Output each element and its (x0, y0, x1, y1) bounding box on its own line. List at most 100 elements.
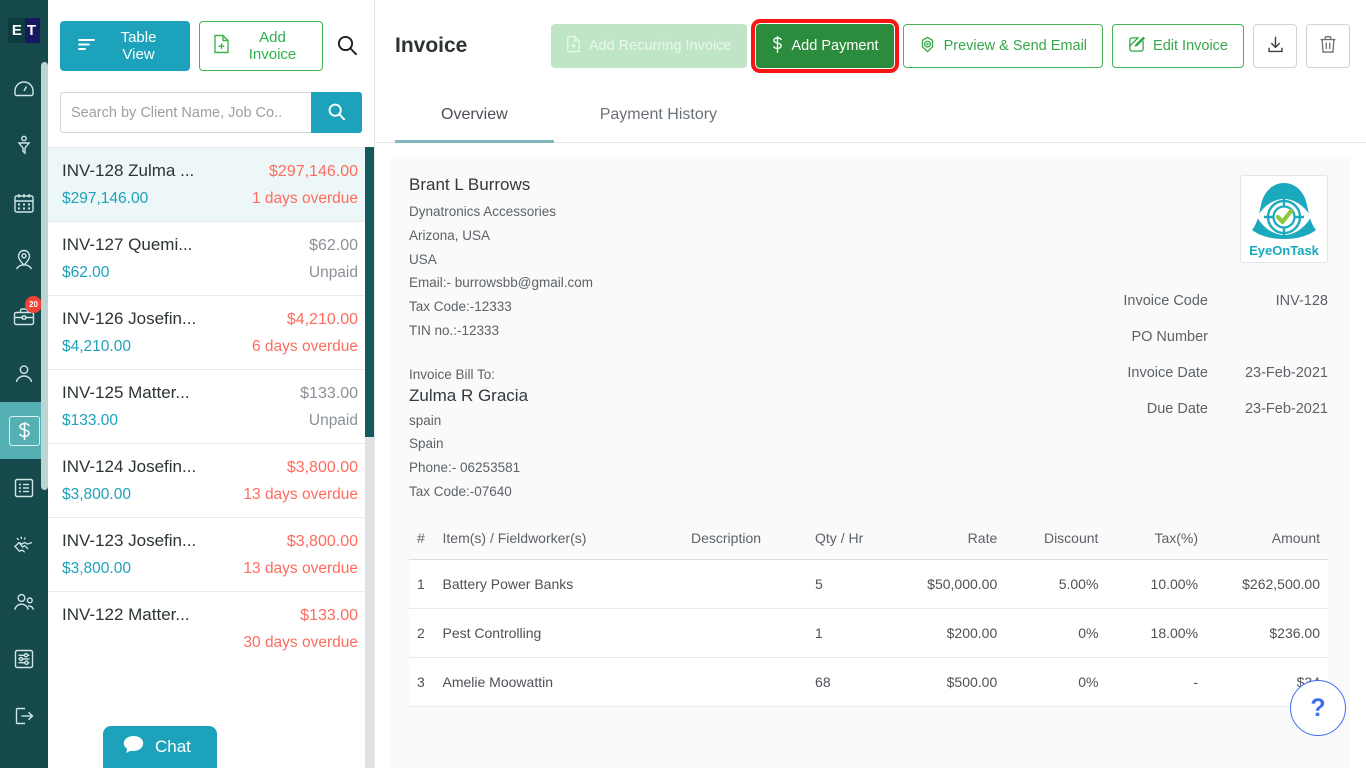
table-row[interactable]: 3 Amelie Moowattin 68 $500.00 0% - $34 (409, 657, 1328, 707)
invoice-document-wrap: Brant L Burrows Dynatronics Accessories … (375, 143, 1366, 768)
cell-num: 3 (409, 657, 435, 707)
cell-qty: 5 (769, 559, 893, 609)
from-address: Arizona, USA (409, 227, 491, 243)
invoice-meta-block: EyeOnTask Invoice Code INV-128 PO Number (942, 175, 1328, 504)
invoice-title: INV-128 Zulma ... (62, 161, 195, 180)
download-button[interactable] (1253, 24, 1297, 68)
list-item[interactable]: INV-127 Quemi... $62.00 $62.00 Unpaid (48, 221, 374, 295)
invoice-title: INV-126 Josefin... (62, 309, 197, 328)
main-content: Invoice Add Recurring Invoice Add Paymen… (375, 0, 1366, 768)
col-header-discount: Discount (1005, 519, 1107, 560)
invoice-amount: $133.00 (300, 385, 358, 402)
table-view-button[interactable]: Table View (60, 21, 190, 71)
meta-label: PO Number (1131, 329, 1208, 345)
help-button[interactable]: ? (1290, 680, 1346, 736)
delete-button[interactable] (1306, 24, 1350, 68)
from-country: USA (409, 251, 437, 267)
eyeontask-logo-icon: EyeOnTask (1249, 183, 1320, 258)
col-header-tax: Tax(%) (1106, 519, 1207, 560)
trash-icon (1319, 35, 1337, 57)
to-country: Spain (409, 436, 444, 452)
list-item[interactable]: INV-126 Josefin... $4,210.00 $4,210.00 6… (48, 295, 374, 369)
add-payment-label: Add Payment (791, 38, 879, 54)
col-header-qty: Qty / Hr (769, 519, 893, 560)
add-recurring-invoice-button[interactable]: Add Recurring Invoice (550, 24, 747, 68)
from-tax-code: Tax Code:-12333 (409, 299, 512, 314)
cell-rate: $200.00 (892, 608, 1006, 658)
edit-invoice-button[interactable]: Edit Invoice (1112, 24, 1244, 68)
from-name: Brant L Burrows (409, 175, 531, 194)
from-tin: TIN no.:-12333 (409, 322, 500, 338)
sidebar-scrollbar[interactable] (41, 62, 48, 490)
tab-overview[interactable]: Overview (395, 92, 554, 143)
col-header-item: Item(s) / Fieldworker(s) (434, 519, 634, 560)
page-title: Invoice (395, 34, 468, 57)
meta-row: PO Number (942, 329, 1328, 345)
cell-description (633, 559, 770, 609)
list-item[interactable]: INV-123 Josefin... $3,800.00 $3,800.00 1… (48, 517, 374, 591)
app-logo[interactable]: E T (0, 0, 48, 60)
table-view-label: Table View (120, 29, 157, 63)
cell-discount: 0% (1005, 608, 1107, 658)
preview-send-email-button[interactable]: Preview & Send Email (902, 24, 1104, 68)
cell-num: 1 (409, 559, 435, 609)
add-invoice-button[interactable]: Add Invoice (199, 21, 323, 71)
list-item[interactable]: INV-128 Zulma ... $297,146.00 $297,146.0… (48, 147, 374, 221)
tab-payment-history[interactable]: Payment History (554, 92, 763, 143)
invoice-amount: $297,146.00 (269, 163, 358, 180)
sidebar-item-team[interactable] (0, 573, 48, 630)
meta-label: Invoice Date (1127, 365, 1208, 381)
invoice-list[interactable]: INV-128 Zulma ... $297,146.00 $297,146.0… (48, 147, 374, 768)
invoice-amount: $3,800.00 (286, 533, 358, 550)
invoice-title: INV-123 Josefin... (62, 531, 197, 550)
invoice-status: Unpaid (308, 412, 358, 429)
gauge-icon (12, 77, 36, 101)
invoice-list-scrollbar-thumb[interactable] (365, 147, 374, 437)
invoice-status: 6 days overdue (252, 338, 358, 355)
chat-bubble-icon (123, 735, 144, 759)
chat-button[interactable]: Chat (103, 726, 217, 768)
search-toggle-button[interactable] (332, 30, 362, 63)
calendar-icon (12, 191, 36, 215)
invoice-title: INV-125 Matter... (62, 383, 190, 402)
list-item[interactable]: INV-125 Matter... $133.00 $133.00 Unpaid (48, 369, 374, 443)
invoice-list-panel: Table View Add Invoice Search by Client … (48, 0, 375, 768)
sidebar-item-logout[interactable] (0, 687, 48, 744)
meta-value: 23-Feb-2021 (1244, 401, 1328, 417)
cell-item: Battery Power Banks (434, 559, 634, 609)
edit-pencil-icon (1128, 36, 1146, 57)
dollar-icon (8, 415, 40, 446)
company-logo: EyeOnTask (1240, 175, 1328, 263)
cell-description (633, 657, 770, 707)
sidebar-item-settings[interactable] (0, 630, 48, 687)
invoice-tabs: Overview Payment History (375, 92, 1366, 143)
table-view-icon (78, 38, 95, 55)
add-payment-button[interactable]: Add Payment (750, 19, 899, 73)
cell-rate: $500.00 (892, 657, 1006, 707)
cell-item: Pest Controlling (434, 608, 634, 658)
meta-row: Due Date 23-Feb-2021 (942, 401, 1328, 417)
list-item[interactable]: INV-122 Matter... $133.00 30 days overdu… (48, 591, 374, 665)
table-row[interactable]: 1 Battery Power Banks 5 $50,000.00 5.00%… (409, 559, 1328, 609)
meta-label: Invoice Code (1123, 293, 1208, 309)
table-row[interactable]: 2 Pest Controlling 1 $200.00 0% 18.00% $… (409, 608, 1328, 658)
invoice-status: 13 days overdue (243, 486, 358, 503)
search-submit-button[interactable] (311, 92, 362, 133)
from-email: Email:- burrowsbb@gmail.com (409, 275, 594, 291)
col-header-rate: Rate (892, 519, 1006, 560)
meta-value: INV-128 (1275, 293, 1328, 309)
invoice-due-amount: $133.00 (62, 412, 119, 429)
search-input[interactable] (60, 92, 311, 133)
invoice-status: 1 days overdue (252, 190, 358, 207)
meta-label: Due Date (1146, 401, 1208, 417)
meta-row: Invoice Date 23-Feb-2021 (942, 365, 1328, 381)
table-header-row: # Item(s) / Fieldworker(s) Description Q… (409, 519, 1328, 560)
cell-qty: 1 (769, 608, 893, 658)
sidebar-item-partners[interactable] (0, 516, 48, 573)
chat-label: Chat (155, 737, 191, 756)
list-item[interactable]: INV-124 Josefin... $3,800.00 $3,800.00 1… (48, 443, 374, 517)
invoice-title: INV-124 Josefin... (62, 457, 197, 476)
sliders-icon (12, 647, 36, 671)
cell-tax: - (1106, 657, 1207, 707)
jobs-badge: 20 (25, 296, 42, 313)
